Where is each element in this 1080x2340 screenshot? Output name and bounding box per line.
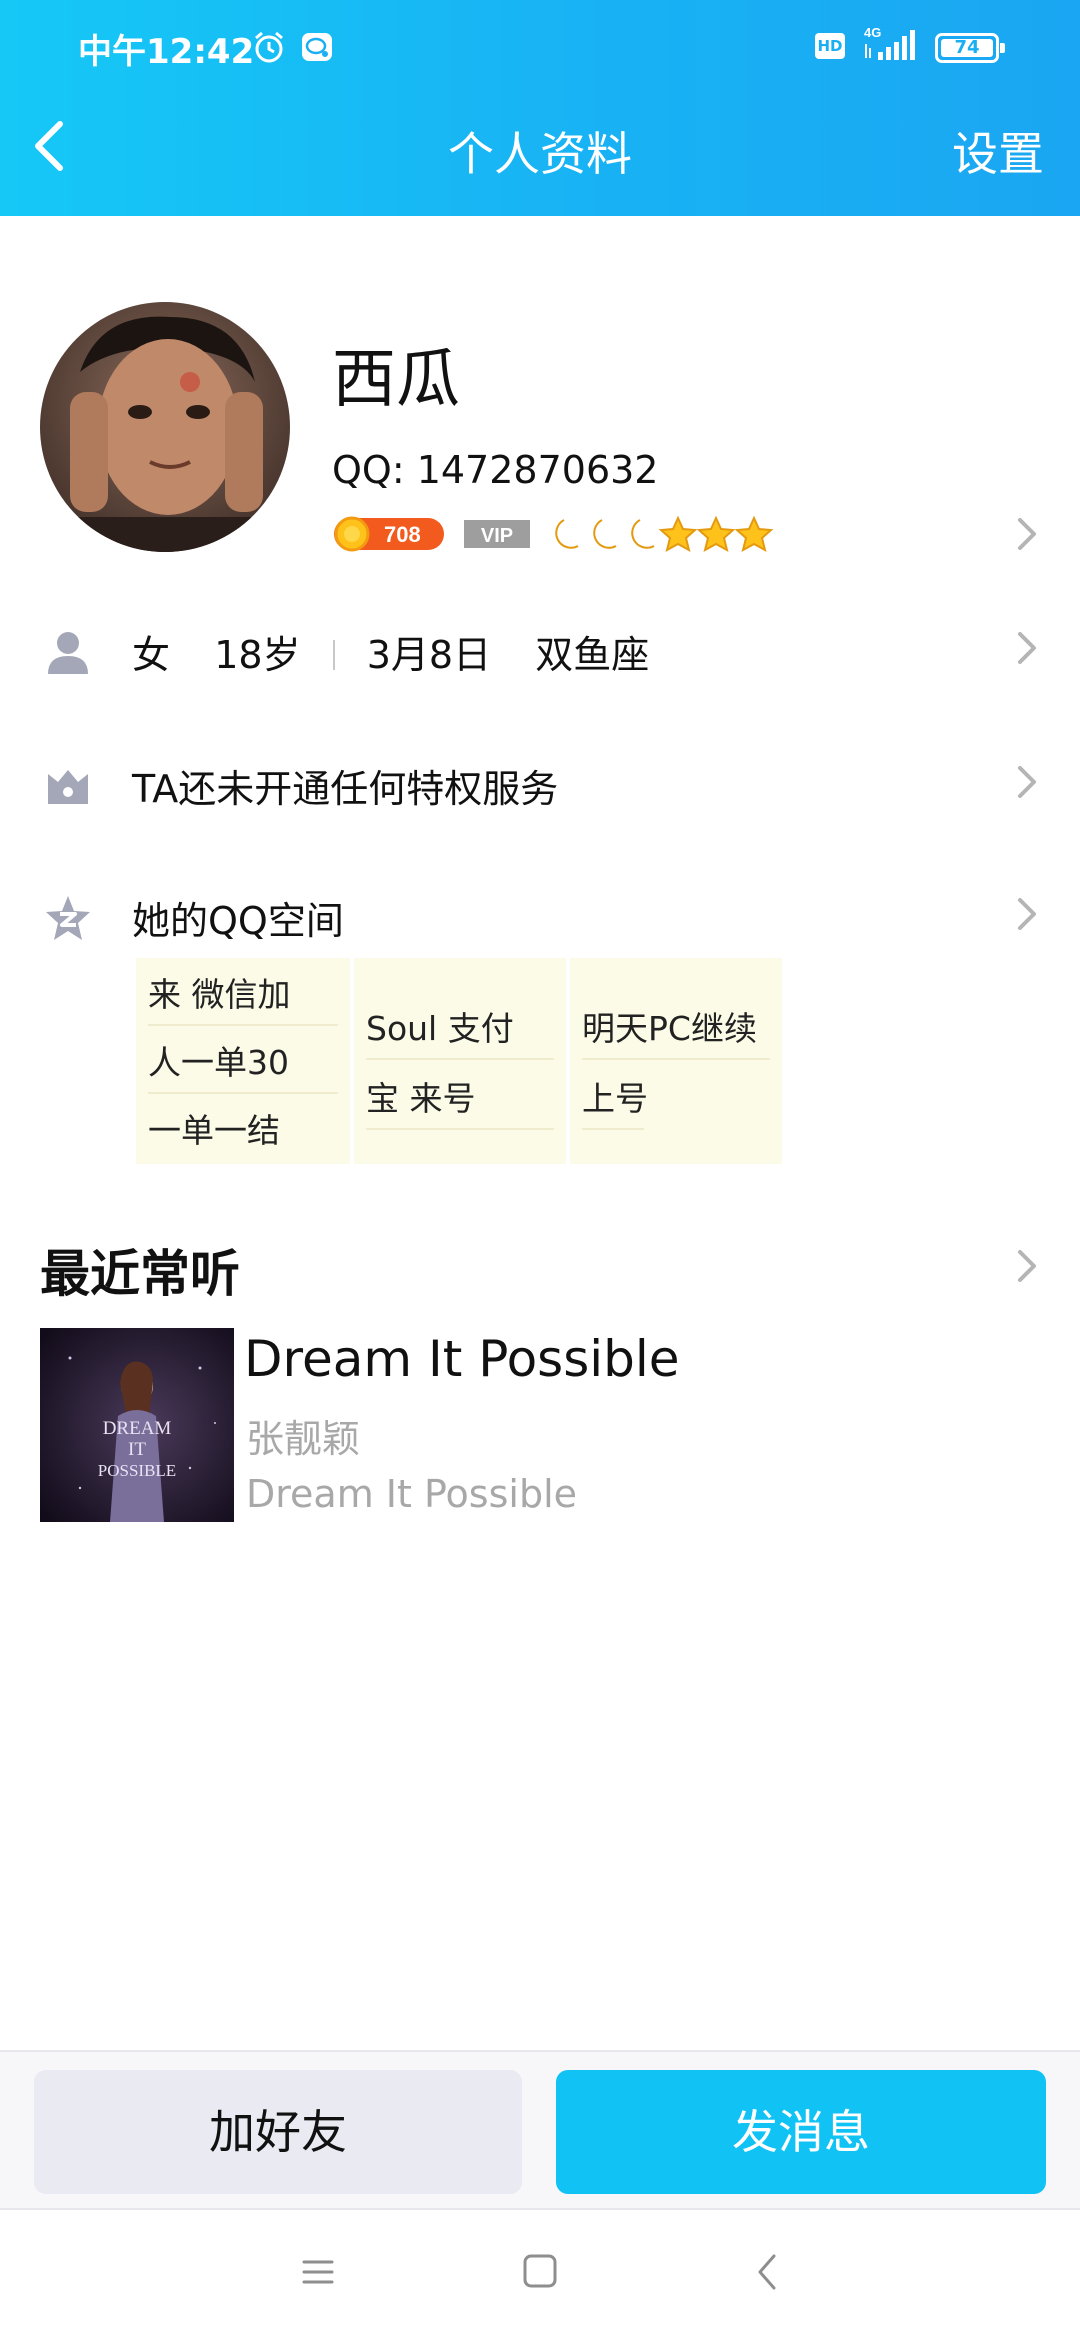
privilege-row[interactable]: TA还未开通任何特权服务 — [0, 742, 1080, 822]
hd-icon: HD — [815, 33, 845, 59]
chevron-right-icon — [1018, 632, 1036, 664]
gender: 女 — [132, 633, 171, 677]
home-icon[interactable] — [522, 2252, 558, 2292]
chat-notification-icon — [302, 33, 332, 61]
moon-icon — [631, 519, 655, 549]
divider — [332, 640, 335, 670]
alarm-icon — [255, 31, 283, 63]
avatar[interactable] — [40, 302, 290, 552]
star-icon — [696, 515, 736, 552]
qzone-label: 她的QQ空间 — [132, 899, 344, 943]
note-line: 来 微信加 — [148, 958, 338, 1026]
person-icon — [48, 632, 88, 674]
qzone-row[interactable]: 她的QQ空间 — [0, 874, 1080, 954]
send-message-button[interactable]: 发消息 — [556, 2070, 1046, 2194]
qzone-note-card[interactable]: 明天PC继续 上号 — [570, 958, 782, 1164]
menu-icon[interactable] — [300, 2252, 336, 2292]
vip-label: VIP — [481, 525, 513, 547]
star-icon — [734, 515, 774, 552]
signal-icon: 4G — [864, 25, 915, 60]
bottom-action-bar: 加好友 发消息 — [0, 2050, 1080, 2210]
profile-name: 西瓜 — [332, 343, 460, 417]
chevron-right-icon[interactable] — [1014, 514, 1040, 554]
star-icon — [658, 515, 698, 552]
qzone-note-card[interactable]: Soul 支付 宝 来号 — [354, 958, 566, 1164]
qq-number: QQ: 1472870632 — [332, 448, 659, 492]
battery-level: 74 — [941, 39, 993, 57]
song-title[interactable]: Dream It Possible — [244, 1330, 680, 1388]
svg-text:POSSIBLE: POSSIBLE — [98, 1461, 176, 1480]
add-friend-button[interactable]: 加好友 — [34, 2070, 522, 2194]
system-navigation-bar — [0, 2212, 1080, 2340]
basic-info-row[interactable]: 女 18岁 3月8日 双鱼座 — [0, 608, 1080, 688]
header-bar: 中午12:42 HD 4G 74 个人资料 设置 — [0, 0, 1080, 216]
section-title-recent-music: 最近常听 — [40, 1245, 240, 1303]
qzone-star-icon — [46, 896, 90, 940]
zodiac: 双鱼座 — [535, 633, 650, 677]
svg-text:DREAM: DREAM — [103, 1418, 172, 1439]
status-bar: 中午12:42 HD 4G 74 — [0, 0, 1080, 100]
age: 18岁 — [214, 633, 301, 677]
note-line: 一单一结 — [148, 1111, 280, 1150]
note-line: 上号 — [582, 1062, 648, 1130]
note-line: 人一单30 — [148, 1026, 338, 1094]
note-line: Soul 支付 — [366, 992, 554, 1060]
back-icon[interactable] — [752, 2252, 782, 2292]
album-cover[interactable]: DREAM IT POSSIBLE — [40, 1328, 234, 1522]
note-line: 宝 来号 — [366, 1062, 554, 1130]
status-time: 中午12:42 — [78, 32, 255, 72]
moon-icon — [555, 519, 579, 549]
note-line: 明天PC继续 — [582, 992, 770, 1060]
page-title: 个人资料 — [448, 127, 632, 181]
crown-icon — [48, 770, 88, 804]
level-badges: 708 VIP — [332, 512, 792, 556]
privilege-text: TA还未开通任何特权服务 — [132, 767, 559, 811]
qzone-note-card[interactable]: 来 微信加 人一单30 一单一结 — [136, 958, 350, 1164]
song-album: Dream It Possible — [246, 1472, 578, 1516]
coin-count: 708 — [384, 522, 421, 547]
battery-icon: 74 — [935, 33, 1005, 63]
chevron-right-icon[interactable] — [1014, 1246, 1040, 1286]
chevron-right-icon — [1018, 898, 1036, 930]
svg-text:IT: IT — [128, 1439, 146, 1460]
chevron-right-icon — [1018, 766, 1036, 798]
settings-button[interactable]: 设置 — [952, 118, 1044, 184]
moon-icon — [593, 519, 617, 549]
song-artist: 张靓颖 — [246, 1417, 361, 1461]
birthday: 3月8日 — [366, 633, 492, 677]
network-type-label: 4G — [864, 25, 881, 40]
